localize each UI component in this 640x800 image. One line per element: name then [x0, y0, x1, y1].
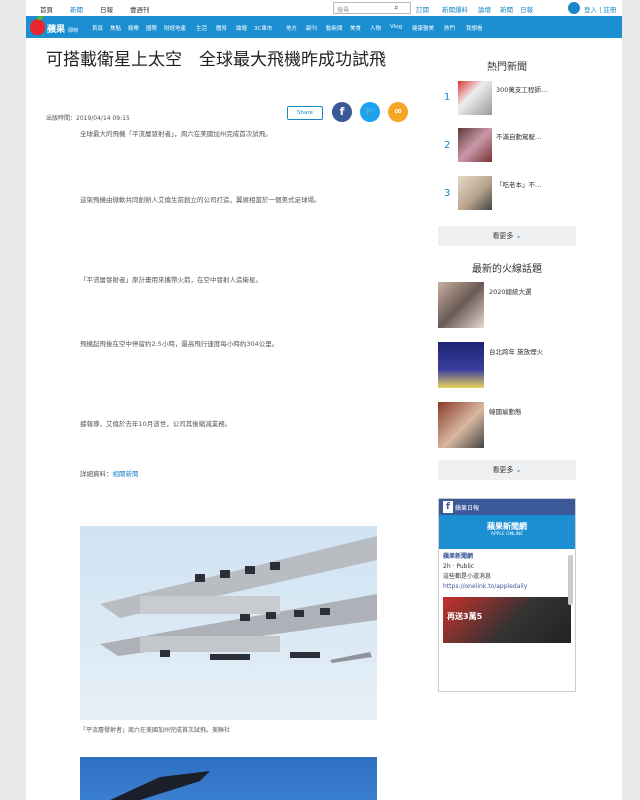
top-link-forum[interactable]: 論壇 [478, 4, 491, 14]
hot-rank-1: 1 [444, 92, 451, 103]
top-link-home[interactable]: 首頁 [40, 4, 53, 14]
nav-item[interactable]: 娛樂 [128, 24, 139, 32]
facebook-post-text: 這些都是小道消息 [443, 573, 492, 580]
nav-item[interactable]: 地方 [286, 24, 297, 32]
top-link-weekly[interactable]: 壹週刊 [130, 4, 150, 14]
logo-text: 蘋果 [47, 25, 66, 35]
top-link-report[interactable]: 新聞爆料 [442, 4, 468, 14]
leaf-icon [37, 16, 43, 20]
facebook-page-name[interactable]: 蘋果新聞網 [443, 552, 571, 562]
fire-topic-thumbnail-1[interactable] [438, 282, 484, 328]
hot-thumbnail-2[interactable] [458, 128, 492, 162]
link-share-icon[interactable]: ∞ [388, 102, 408, 122]
hot-thumbnail-3[interactable] [458, 176, 492, 210]
facebook-post-link[interactable]: https://onelink.to/appledaily [443, 582, 571, 592]
nav-item[interactable]: 焦點 [110, 24, 121, 32]
top-link-daily2[interactable]: 日報 [520, 4, 533, 14]
nav-item[interactable]: Vlog [390, 24, 402, 30]
facebook-widget[interactable]: f 蘋果日報 蘋果新聞網 APPLE ONLINE 蘋果新聞網 2h · Pub… [438, 498, 576, 692]
twitter-share-icon[interactable]: 🐦 [360, 102, 380, 122]
chevron-down-icon: ⌄ [515, 232, 522, 240]
more-label: 看更多 [492, 232, 514, 240]
article-photo-2[interactable] [80, 757, 377, 800]
facebook-post-meta: 2h · Public [443, 563, 475, 570]
fire-topics-more-button[interactable]: 看更多 ⌄ [438, 460, 576, 480]
fire-topics-heading: 最新的火線話題 [438, 260, 576, 275]
fire-topic-item-1[interactable]: 2020總統大選 [489, 286, 532, 296]
nav-item[interactable]: 財經地產 [164, 24, 186, 32]
article-photo-stratolaunch[interactable] [80, 526, 377, 720]
hot-rank-2: 2 [444, 140, 451, 151]
top-utility-bar: 首頁 新聞 日報 壹週刊 搜尋 ⌕ 訂閱 新聞爆料 論壇 新聞 日報 登入 | … [26, 0, 622, 16]
nav-item[interactable]: 熱門 [444, 24, 455, 32]
apple-logo-icon [30, 19, 45, 35]
logo-subtext: 即時 [68, 28, 79, 34]
search-input[interactable]: 搜尋 [333, 2, 411, 14]
hot-news-heading: 熱門新聞 [438, 58, 576, 73]
nav-item[interactable]: 動新聞 [326, 24, 343, 32]
article-paragraph: 據報導，艾倫於去年10月逝世，公司其後縮減業務。 [80, 420, 232, 428]
fire-topic-item-2[interactable]: 台北跨年 施放煙火 [489, 346, 543, 356]
facebook-icon: f [443, 501, 453, 513]
share-button[interactable]: Share [287, 106, 323, 120]
nav-item[interactable]: 體育 [216, 24, 227, 32]
nav-item[interactable]: 我想看 [466, 24, 483, 32]
promo-text: 再送3萬5 [447, 612, 483, 621]
hot-news-item-1[interactable]: 300萬支工程師… [496, 84, 576, 96]
facebook-post-image[interactable]: 再送3萬5 [443, 597, 571, 643]
nav-item[interactable]: 生活 [196, 24, 207, 32]
nav-item[interactable]: 3C車市 [254, 24, 272, 32]
hot-news-more-button[interactable]: 看更多 ⌄ [438, 226, 576, 246]
cover-subtitle: APPLE ONLINE [490, 532, 524, 537]
article-title: 可搭載衛星上太空 全球最大飛機昨成功試飛 [46, 50, 386, 70]
aircraft-illustration [100, 536, 377, 663]
login-link[interactable]: 登入 | 註冊 [584, 4, 616, 14]
fire-topics-title: 最新的火線話題 [466, 264, 548, 275]
widget-scrollbar[interactable] [568, 555, 573, 605]
facebook-widget-title: 蘋果日報 [455, 505, 480, 512]
chevron-down-icon: ⌄ [515, 466, 522, 474]
logo[interactable]: 蘋果 即時 [30, 16, 88, 36]
fire-topic-thumbnail-2[interactable] [438, 342, 484, 388]
top-link-news[interactable]: 新聞 [70, 4, 83, 14]
article-paragraph: 全球最大的飛機「平流層發射者」，周六在美國加州完成首次試飛。 [80, 130, 272, 138]
facebook-post: 蘋果新聞網 2h · Public 這些都是小道消息 https://oneli… [439, 549, 575, 595]
hot-news-item-3[interactable]: 「吃老本」不… [496, 179, 576, 191]
facebook-share-icon[interactable]: f [332, 102, 352, 122]
fire-topic-thumbnail-3[interactable] [438, 402, 484, 448]
related-news-link[interactable]: 相關新聞 [113, 470, 139, 478]
nav-item[interactable]: 副刊 [306, 24, 317, 32]
photo-caption: 「平流層發射者」周六在美國加州完成首次試飛。美聯社 [80, 727, 231, 734]
facebook-cover: 蘋果新聞網 APPLE ONLINE [439, 515, 575, 549]
main-nav: 蘋果 即時 首頁 焦點 娛樂 國際 財經地產 生活 體育 論壇 3C車市 地方 … [26, 16, 622, 38]
search-icon[interactable]: ⌕ [394, 3, 398, 13]
nav-item[interactable]: 論壇 [236, 24, 247, 32]
more-label: 看更多 [492, 466, 514, 474]
facebook-widget-header: f 蘋果日報 [439, 499, 575, 515]
cover-title: 蘋果新聞網 [487, 522, 527, 531]
publish-date: 出版時間：2019/04/14 09:15 [46, 115, 130, 122]
nav-item[interactable]: 國際 [146, 24, 157, 32]
top-link-news2[interactable]: 新聞 [500, 4, 513, 14]
top-link-subscribe[interactable]: 訂閱 [416, 4, 429, 14]
article-text: 詳細資料 [80, 470, 106, 478]
article-paragraph: 「平流層發射者」原計畫用來攜帶火箭，在空中發射人造衛星。 [80, 276, 262, 284]
fire-topic-item-3[interactable]: 韓國瑜動態 [489, 406, 522, 416]
nav-item[interactable]: 美食 [350, 24, 361, 32]
hot-news-item-2[interactable]: 不滿自動駕駛… [496, 131, 576, 143]
nav-item[interactable]: 首頁 [92, 24, 103, 32]
hot-news-title: 熱門新聞 [481, 62, 533, 73]
nav-item[interactable]: 人物 [370, 24, 381, 32]
article-paragraph: 這架飛機由微軟共同創辦人艾倫生前創立的公司打造，翼展相當於一個美式足球場。 [80, 196, 321, 204]
article-paragraph: 詳細資料：相關新聞 [80, 470, 139, 478]
top-link-daily[interactable]: 日報 [100, 4, 113, 14]
hot-thumbnail-1[interactable] [458, 81, 492, 115]
hot-rank-3: 3 [444, 188, 451, 199]
aircraft-silhouette [110, 771, 210, 800]
article-paragraph: 飛機起飛後在空中停留約2.5小時，最高飛行速度每小時約304公里。 [80, 340, 279, 348]
nav-item[interactable]: 健康醫美 [412, 24, 434, 32]
user-icon[interactable] [568, 2, 580, 14]
